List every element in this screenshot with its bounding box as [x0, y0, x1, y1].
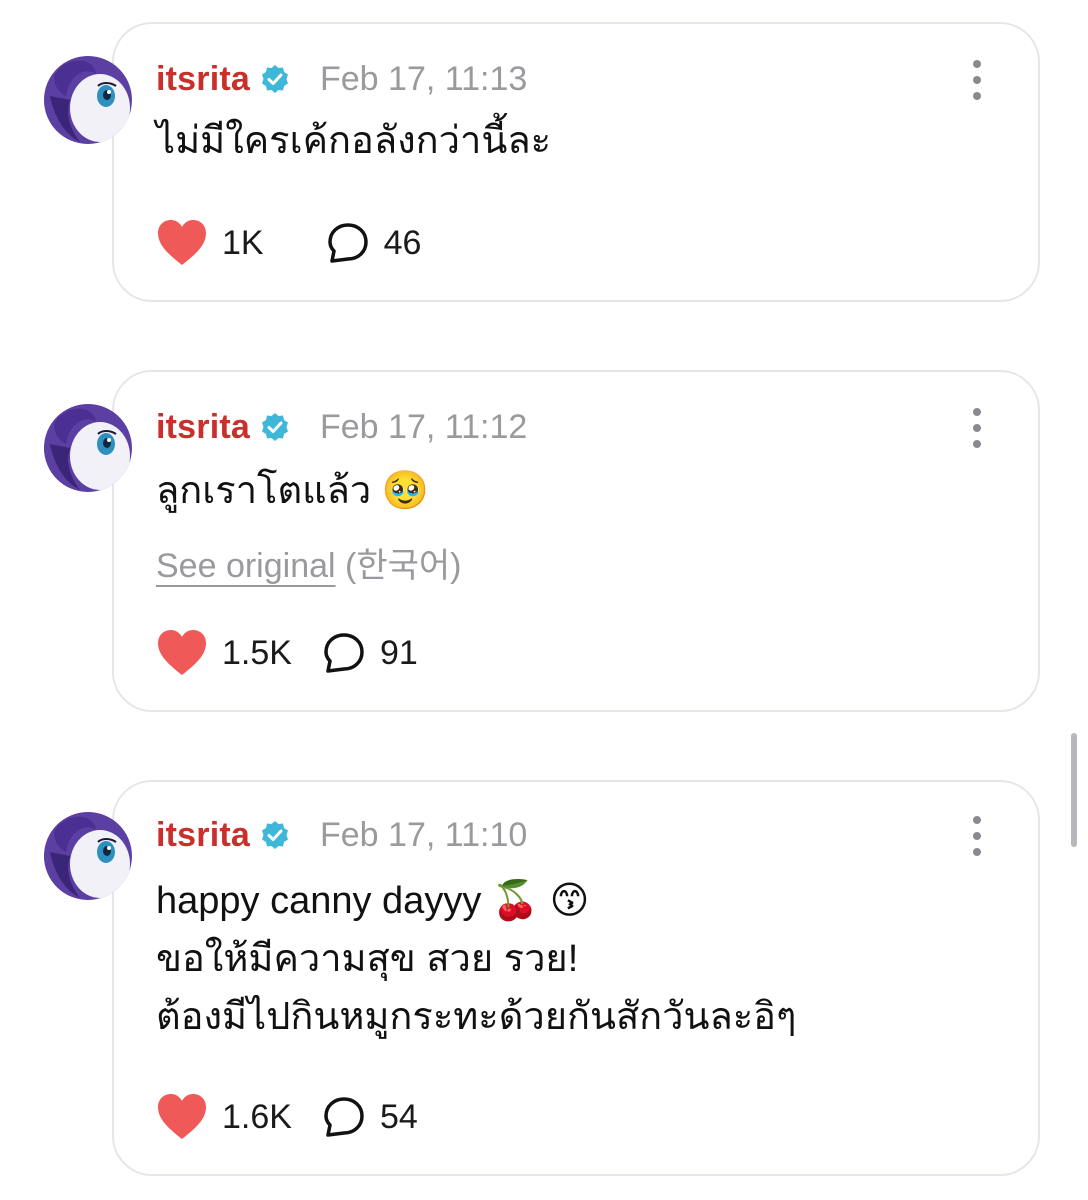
- scrollbar[interactable]: [1071, 733, 1077, 847]
- post-actions: 1K 46: [156, 216, 421, 270]
- comment-icon[interactable]: [326, 221, 370, 265]
- verified-badge-icon: [262, 821, 288, 849]
- timestamp: Feb 17, 11:12: [320, 407, 528, 446]
- username[interactable]: itsrita: [156, 816, 250, 855]
- timestamp: Feb 17, 11:10: [320, 815, 528, 854]
- translation-note: See original (한국어): [156, 538, 462, 587]
- threads-feed: itsrita Feb 17, 11:13 ไม่มีใครเค้กอลังกว…: [0, 0, 1088, 1200]
- heart-icon[interactable]: [156, 629, 208, 677]
- post-header: itsrita Feb 17, 11:10: [156, 810, 527, 860]
- comment-icon[interactable]: [322, 631, 366, 675]
- post-actions: 1.6K 54: [156, 1090, 418, 1144]
- avatar[interactable]: [44, 56, 132, 144]
- username[interactable]: itsrita: [156, 408, 250, 447]
- see-original-link[interactable]: See original: [156, 547, 336, 585]
- avatar[interactable]: [44, 812, 132, 900]
- post-actions: 1.5K 91: [156, 626, 418, 680]
- more-options-icon[interactable]: [966, 60, 988, 100]
- like-count: 1.5K: [222, 633, 292, 672]
- more-options-icon[interactable]: [966, 816, 988, 856]
- verified-badge-icon: [262, 413, 288, 441]
- post-header: itsrita Feb 17, 11:13: [156, 54, 527, 104]
- heart-icon[interactable]: [156, 1093, 208, 1141]
- post-text: ลูกเราโตแล้ว 🥹: [156, 470, 430, 512]
- like-count: 1K: [222, 223, 264, 262]
- post-header: itsrita Feb 17, 11:12: [156, 402, 527, 452]
- timestamp: Feb 17, 11:13: [320, 59, 528, 98]
- more-options-icon[interactable]: [966, 408, 988, 448]
- verified-badge-icon: [262, 65, 288, 93]
- comment-count: 46: [383, 223, 422, 262]
- post-text: happy canny dayyy 🍒 😙 ขอให้มีความสุข สวย…: [156, 880, 797, 1038]
- heart-icon[interactable]: [156, 219, 208, 267]
- comment-icon[interactable]: [322, 1095, 366, 1139]
- avatar[interactable]: [44, 404, 132, 492]
- original-language: (한국어): [335, 547, 462, 585]
- comment-count: 91: [379, 633, 418, 672]
- post-text: ไม่มีใครเค้กอลังกว่านี้ละ: [156, 120, 552, 162]
- username[interactable]: itsrita: [156, 60, 250, 99]
- like-count: 1.6K: [222, 1097, 292, 1136]
- comment-count: 54: [379, 1097, 418, 1136]
